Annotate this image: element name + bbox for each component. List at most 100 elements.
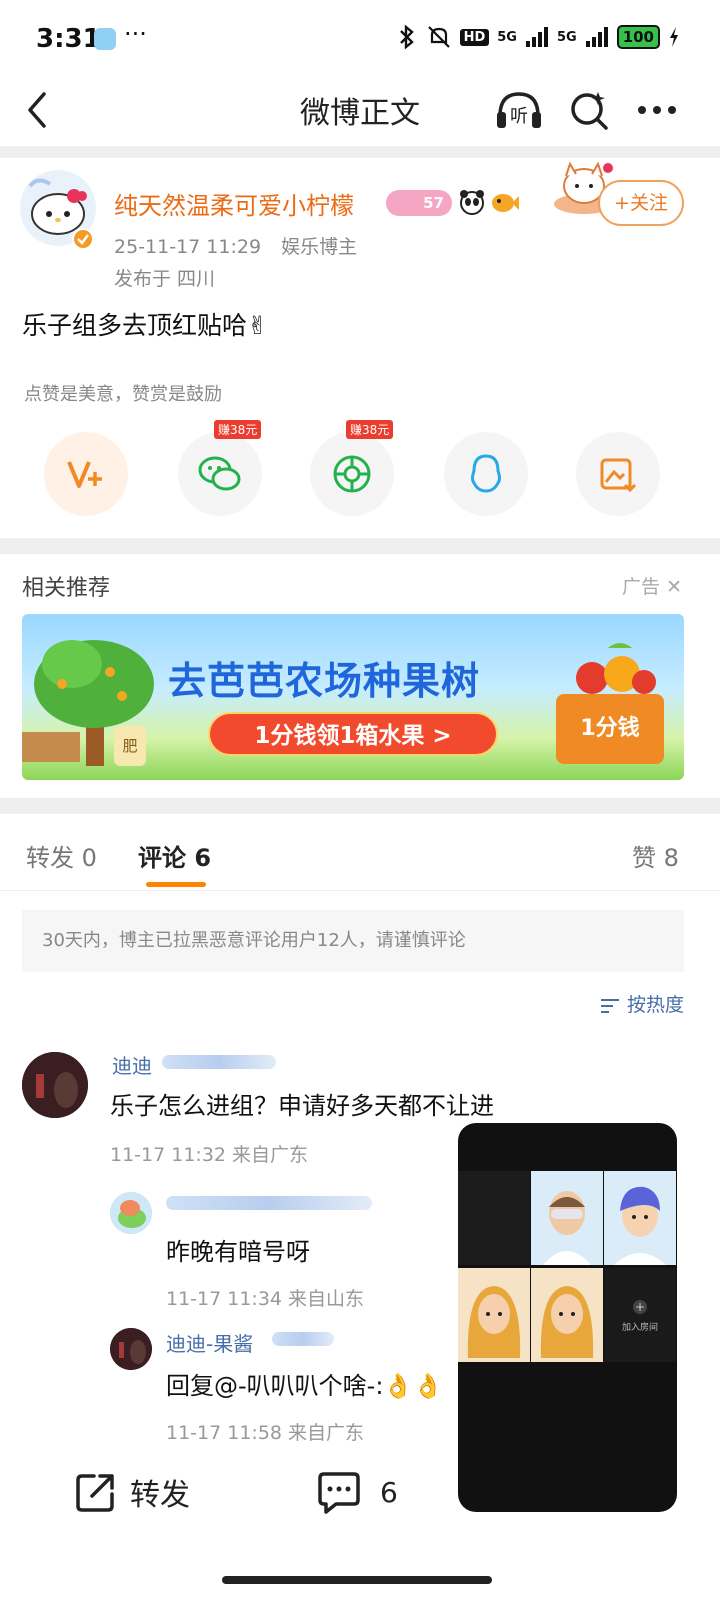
status-time: 3:31 <box>36 24 101 54</box>
avatar-girl-icon <box>540 1286 594 1358</box>
tabs-divider <box>0 890 720 891</box>
blurred-name <box>166 1196 372 1210</box>
reply-text: 回复@-叭叭叭个啥-:👌👌 <box>166 1372 444 1400</box>
more-notifications: ··· <box>124 20 147 48</box>
charging-icon <box>670 27 678 47</box>
wechat-icon <box>198 456 241 491</box>
ad-banner[interactable]: 肥 去芭芭农场种果树 1分钱领1箱水果 > 1分钱 <box>22 614 684 780</box>
comment-button[interactable]: 6 <box>316 1470 398 1514</box>
recommend-title: 相关推荐 <box>22 576 111 601</box>
status-bar: 3:31 ··· HD 5G 5G 100 <box>0 0 720 78</box>
banner-headline: 去芭芭农场种果树 <box>168 659 481 703</box>
vip-reward-button[interactable] <box>44 432 128 516</box>
battery-indicator: 100 <box>616 25 660 49</box>
comment-text: 乐子怎么进组？申请好多天都不让进 <box>110 1092 494 1120</box>
fish-icon <box>492 194 519 212</box>
video-tile-avatar-3 <box>458 1268 530 1362</box>
weibo-post-screen: 3:31 ··· HD 5G 5G 100 微博正文 听 纯天然温柔可爱小柠檬 … <box>0 0 720 1602</box>
commenter-name[interactable]: 迪迪 <box>112 1050 152 1079</box>
search-icon[interactable] <box>568 88 610 132</box>
fruit-tree-icon <box>22 640 154 766</box>
v-plus-icon <box>67 461 102 488</box>
share-wechat-button[interactable]: 赚38元 <box>178 420 262 516</box>
avatar-girl-icon <box>467 1286 521 1358</box>
qq-icon <box>471 454 501 493</box>
comment-notice: 30天内，博主已拉黑恶意评论用户12人，请谨慎评论 <box>22 910 684 972</box>
comment-count: 6 <box>380 1475 398 1509</box>
add-icon: + <box>633 1300 647 1314</box>
avatar-image <box>110 1328 152 1370</box>
home-indicator[interactable] <box>222 1576 492 1584</box>
tab-comments[interactable]: 评论 6 <box>138 838 211 873</box>
blurred-name <box>162 1055 276 1069</box>
reply-time: 11-17 11:34 来自山东 <box>166 1288 365 1310</box>
video-tile-dark <box>458 1171 530 1265</box>
reply-author-name[interactable]: 迪迪-果酱 <box>166 1328 253 1357</box>
comment-time: 11-17 11:32 来自广东 <box>110 1144 309 1166</box>
top-nav: 微博正文 听 <box>0 78 720 146</box>
post-location: 发布于 四川 <box>114 268 216 290</box>
page-title: 微博正文 <box>300 96 420 131</box>
post-timestamp: 25-11-17 11:29 娱乐博主 <box>114 232 357 259</box>
more-icon[interactable] <box>636 104 678 116</box>
ad-text: 广告 <box>622 576 661 598</box>
notification-app-icon <box>94 28 116 50</box>
reply-time: 11-17 11:58 来自广东 <box>166 1422 365 1444</box>
avatar-boy-icon <box>614 1186 666 1265</box>
comment-icon <box>318 1472 360 1514</box>
section-divider-3 <box>0 798 720 814</box>
video-tile-avatar-4 <box>531 1268 603 1362</box>
close-ad-icon[interactable]: ✕ <box>666 576 682 598</box>
verified-badge-icon <box>72 228 94 250</box>
follow-button[interactable]: +关注 <box>598 180 684 226</box>
author-role: 娱乐博主 <box>281 236 358 258</box>
banner-box: 1分钱 <box>556 694 664 764</box>
fruit-basket-icon <box>576 643 656 694</box>
panda-icon <box>460 190 484 215</box>
sort-label: 按热度 <box>626 994 684 1016</box>
floating-video-call-panel[interactable]: + 加入房间 <box>458 1123 677 1512</box>
svg-text:听: 听 <box>510 106 528 127</box>
video-tile-avatar-2 <box>604 1171 676 1265</box>
commenter-avatar[interactable] <box>22 1052 88 1118</box>
reply-text: 昨晚有暗号呀 <box>166 1238 310 1266</box>
moments-icon <box>333 455 371 493</box>
reply-avatar[interactable] <box>110 1328 152 1370</box>
network-type-2: 5G <box>556 29 577 45</box>
join-room-label: 加入房间 <box>621 1323 658 1333</box>
avatar-image <box>22 1052 88 1118</box>
listen-icon[interactable]: 听 <box>494 86 544 134</box>
save-image-button[interactable] <box>576 432 660 516</box>
save-image-icon <box>600 458 637 493</box>
reply-avatar[interactable] <box>110 1192 152 1234</box>
active-tab-indicator <box>146 882 206 887</box>
reward-badge-wechat: 赚38元 <box>214 420 262 439</box>
reward-hint: 点赞是美意，赞赏是鼓励 <box>24 384 222 405</box>
tab-likes[interactable]: 赞 8 <box>632 838 679 873</box>
avatar-masked-icon <box>543 1191 591 1265</box>
level-badge: 57 <box>386 190 452 216</box>
signal-icon <box>525 27 548 47</box>
tab-repost[interactable]: 转发 0 <box>26 838 97 873</box>
post-time: 25-11-17 11:29 <box>114 236 262 258</box>
signal-icon-2 <box>585 27 608 47</box>
ad-label[interactable]: 广告 ✕ <box>622 572 682 599</box>
join-room-tile[interactable]: + 加入房间 <box>604 1268 676 1362</box>
level-number: 57 <box>423 194 444 212</box>
share-qq-button[interactable] <box>444 432 528 516</box>
blurred-name <box>272 1332 334 1346</box>
section-divider-2 <box>0 538 720 554</box>
fertilizer-bag: 肥 <box>114 726 146 766</box>
author-name[interactable]: 纯天然温柔可爱小柠檬 <box>114 186 354 221</box>
mute-icon <box>427 26 450 48</box>
post-content: 乐子组多去顶红贴哈✌ <box>22 311 268 340</box>
sort-button[interactable]: 按热度 <box>599 990 684 1017</box>
status-icons: HD 5G 5G 100 <box>396 24 680 50</box>
banner-cta-button[interactable]: 1分钱领1箱水果 > <box>208 712 498 756</box>
video-tile-avatar-1 <box>531 1171 603 1265</box>
repost-button[interactable]: 转发 <box>74 1470 190 1514</box>
repost-label: 转发 <box>130 1478 190 1513</box>
bluetooth-icon <box>399 24 414 50</box>
share-moments-button[interactable]: 赚38元 <box>310 420 394 516</box>
sort-icon <box>600 998 619 1013</box>
